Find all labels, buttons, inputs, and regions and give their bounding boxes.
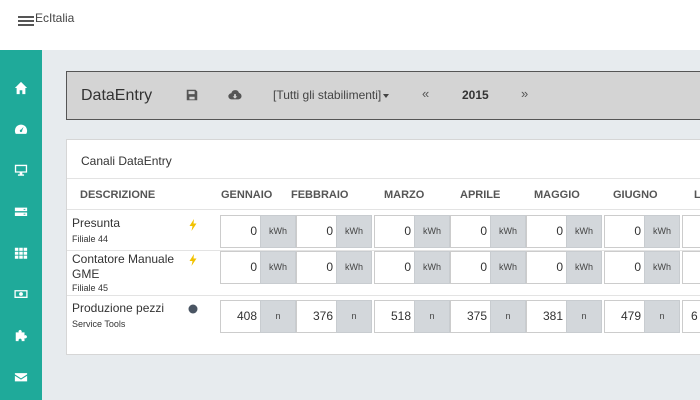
value-input[interactable]: 0 [604, 251, 644, 284]
unit-label: kWh [414, 215, 450, 248]
row-subtitle: Service Tools [72, 319, 126, 329]
unit-label: n [566, 300, 602, 333]
envelope-icon [14, 373, 28, 382]
circle-icon [188, 303, 198, 315]
value-input[interactable]: 0 [450, 251, 490, 284]
col-header-marzo: MARZO [384, 189, 425, 201]
year-label: 2015 [462, 88, 489, 102]
value-input[interactable]: 0 [526, 251, 566, 284]
sidebar-item-messages[interactable] [0, 357, 42, 397]
prev-year-button[interactable]: « [422, 86, 429, 101]
col-header-febbraio: FEBBRAIO [291, 189, 349, 201]
sidebar-item-monitor[interactable] [0, 150, 42, 190]
value-input[interactable]: 0 [296, 215, 336, 248]
hamburger-menu-icon[interactable] [18, 14, 34, 26]
row-divider [67, 209, 700, 210]
sidebar-item-plugins[interactable] [0, 315, 42, 355]
sidebar-item-grid[interactable] [0, 233, 42, 273]
unit-label: n [414, 300, 450, 333]
col-header-luglio: L [694, 189, 700, 201]
value-input[interactable]: 0 [374, 251, 414, 284]
caret-down-icon [383, 93, 390, 98]
value-input[interactable]: 518 [374, 300, 414, 333]
value-input[interactable]: 0 [450, 215, 490, 248]
value-input[interactable]: 6 [682, 300, 700, 333]
unit-label: n [336, 300, 372, 333]
sidebar-item-server[interactable] [0, 192, 42, 232]
value-input[interactable]: 408 [220, 300, 260, 333]
col-header-gennaio: GENNAIO [221, 189, 273, 201]
top-bar: EcItalia [0, 0, 700, 50]
dashboard-icon [14, 124, 28, 134]
col-header-aprile: APRILE [460, 189, 501, 201]
value-input[interactable]: 381 [526, 300, 566, 333]
row-divider [67, 295, 700, 296]
home-icon [14, 81, 28, 95]
value-input[interactable]: 0 [220, 251, 260, 284]
unit-label: kWh [260, 251, 296, 284]
save-icon [186, 89, 198, 101]
row-name: Presunta [72, 216, 121, 230]
grid-icon [14, 247, 28, 259]
value-input[interactable]: 0 [526, 215, 566, 248]
value-input[interactable]: 376 [296, 300, 336, 333]
plant-select-value: [Tutti gli stabilimenti] [273, 88, 382, 102]
monitor-icon [14, 164, 28, 176]
unit-label: n [260, 300, 296, 333]
row-subtitle: Filiale 44 [72, 234, 109, 244]
row-subtitle: Filiale 45 [72, 283, 109, 293]
value-input[interactable]: 0 [374, 215, 414, 248]
lightning-icon [188, 218, 198, 231]
save-button[interactable] [185, 88, 199, 102]
puzzle-icon [15, 329, 27, 342]
panel-divider [67, 178, 700, 179]
unit-label: kWh [490, 251, 526, 284]
col-header-giugno: GIUGNO [613, 189, 658, 201]
unit-label: kWh [644, 251, 680, 284]
server-icon [14, 207, 28, 216]
dataentry-toolbar: DataEntry [Tutti gli stabilimenti] « 201… [66, 71, 700, 120]
lightning-icon [188, 253, 198, 266]
download-button[interactable] [228, 88, 242, 102]
unit-label: kWh [336, 251, 372, 284]
unit-label: kWh [490, 215, 526, 248]
unit-label: kWh [644, 215, 680, 248]
app-title: EcItalia [35, 11, 75, 25]
value-input[interactable] [682, 215, 700, 248]
unit-label: kWh [566, 215, 602, 248]
row-name: Contatore Manuale GME [72, 252, 175, 281]
row-name: Produzione pezzi [72, 301, 165, 315]
page-title: DataEntry [81, 87, 153, 104]
next-year-button[interactable]: » [521, 86, 528, 101]
value-input[interactable]: 479 [604, 300, 644, 333]
value-input[interactable]: 0 [604, 215, 644, 248]
value-input[interactable]: 0 [220, 215, 260, 248]
unit-label: kWh [566, 251, 602, 284]
sidebar-item-home[interactable] [0, 68, 42, 108]
unit-label: kWh [414, 251, 450, 284]
unit-label: kWh [260, 215, 296, 248]
unit-label: kWh [336, 215, 372, 248]
cloud-download-icon [228, 90, 242, 100]
money-icon [14, 290, 28, 298]
unit-label: n [490, 300, 526, 333]
sidebar-item-dashboard[interactable] [0, 109, 42, 149]
value-input[interactable] [682, 251, 700, 284]
plant-select[interactable]: [Tutti gli stabilimenti] [273, 88, 390, 102]
value-input[interactable]: 0 [296, 251, 336, 284]
channels-panel: Canali DataEntry DESCRIZIONE GENNAIO FEB… [66, 139, 700, 355]
value-input[interactable]: 375 [450, 300, 490, 333]
sidebar-item-money[interactable] [0, 274, 42, 314]
col-header-maggio: MAGGIO [534, 189, 580, 201]
col-header-descrizione: DESCRIZIONE [80, 189, 156, 201]
sidebar [0, 50, 42, 400]
unit-label: n [644, 300, 680, 333]
panel-title: Canali DataEntry [81, 154, 172, 168]
